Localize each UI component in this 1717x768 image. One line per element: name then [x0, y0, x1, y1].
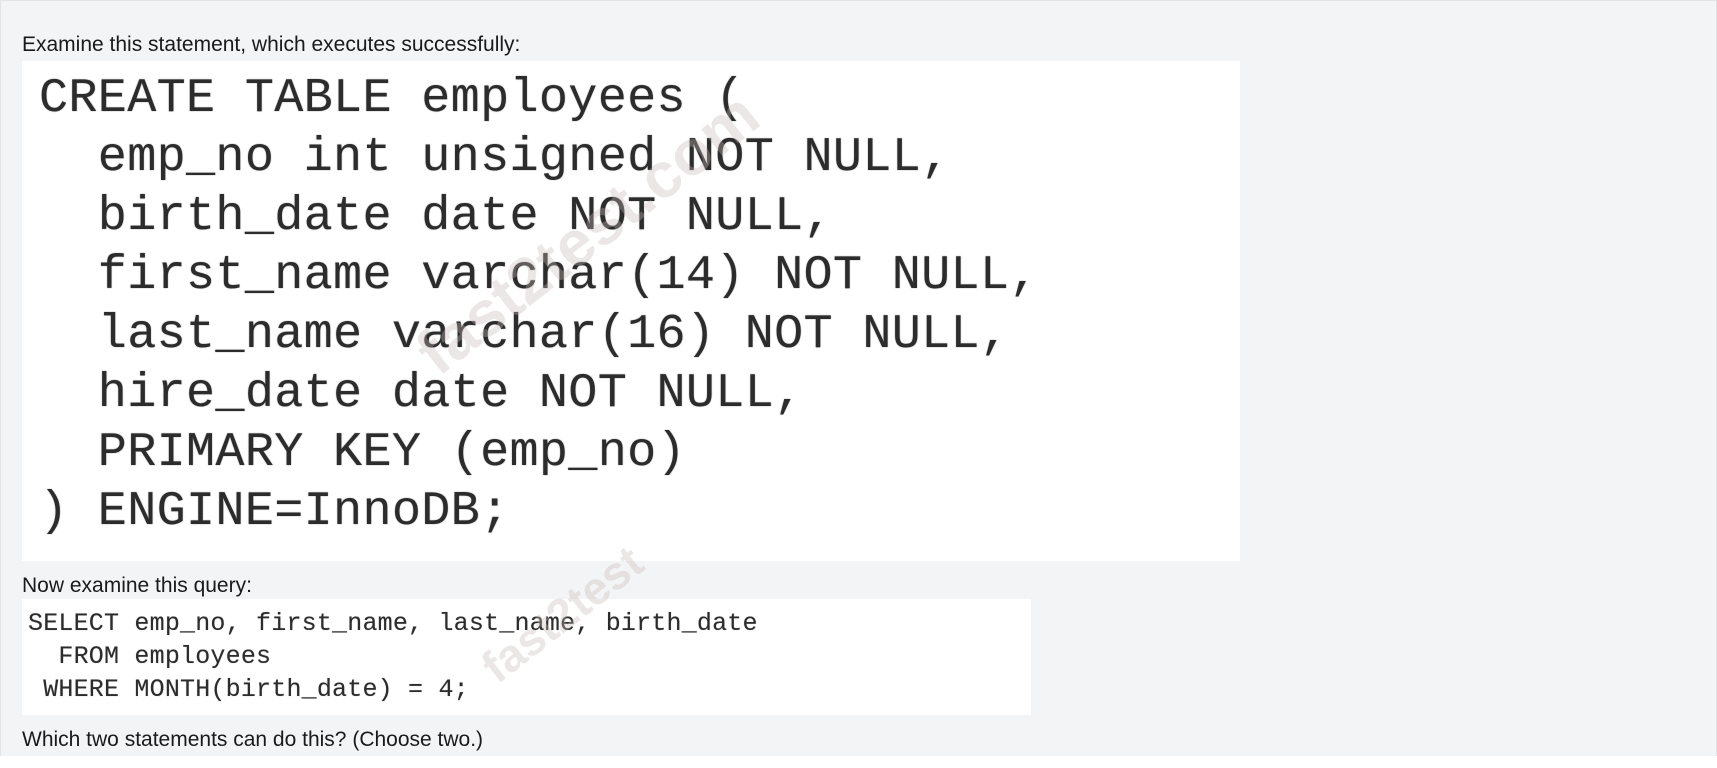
query-line-2: FROM employees	[28, 642, 272, 671]
create-line-3: birth_date date NOT NULL,	[39, 189, 833, 244]
create-line-7: PRIMARY KEY (emp_no)	[39, 425, 686, 480]
query-intro-text: Now examine this query:	[22, 574, 252, 597]
create-line-4: first_name varchar(14) NOT NULL,	[39, 248, 1039, 303]
query-line-3: WHERE MONTH(birth_date) = 4;	[28, 675, 469, 704]
create-line-2: emp_no int unsigned NOT NULL,	[39, 130, 951, 185]
intro-text: Examine this statement, which executes s…	[22, 33, 521, 56]
create-line-1: CREATE TABLE employees (	[39, 71, 745, 126]
create-table-code-image: CREATE TABLE employees ( emp_no int unsi…	[22, 61, 1240, 561]
create-line-6: hire_date date NOT NULL,	[39, 366, 804, 421]
select-query-code-image: SELECT emp_no, first_name, last_name, bi…	[22, 599, 1031, 715]
create-line-8: ) ENGINE=InnoDB;	[39, 484, 510, 539]
create-line-5: last_name varchar(16) NOT NULL,	[39, 307, 1010, 362]
query-line-1: SELECT emp_no, first_name, last_name, bi…	[28, 609, 758, 638]
question-prompt: Which two statements can do this? (Choos…	[22, 728, 484, 751]
question-card: Examine this statement, which executes s…	[0, 0, 1717, 756]
